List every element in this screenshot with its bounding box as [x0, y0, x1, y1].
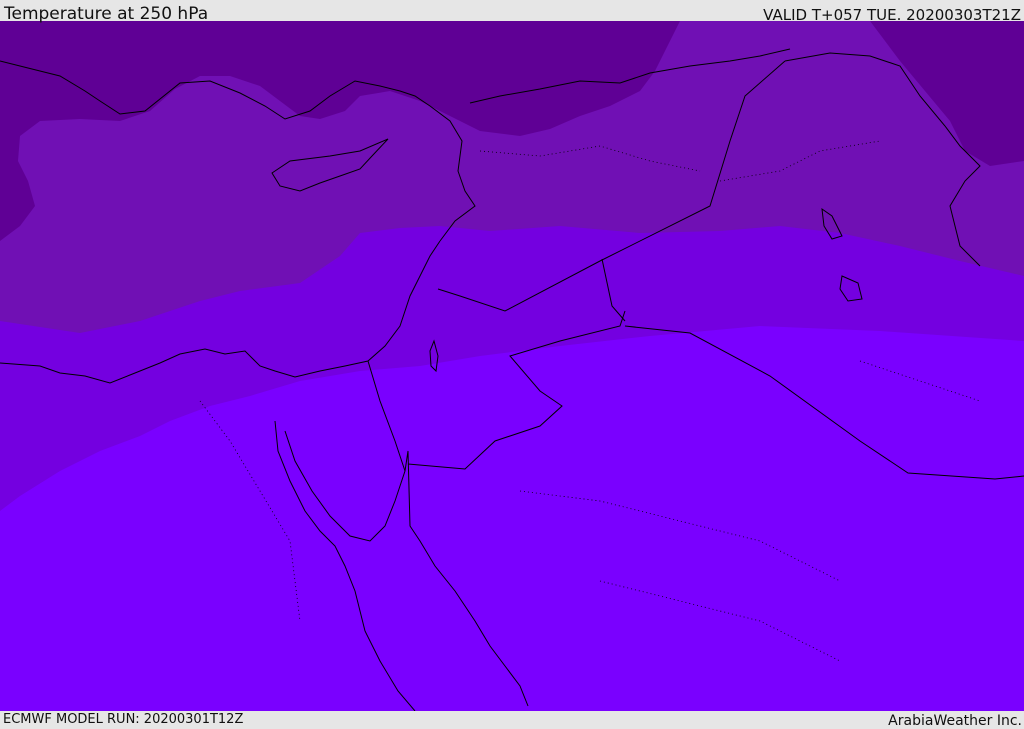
map-title: Temperature at 250 hPa: [4, 4, 209, 24]
model-run-label: ECMWF MODEL RUN: 20200301T12Z: [3, 712, 244, 727]
valid-time: VALID T+057 TUE. 20200303T21Z: [763, 6, 1021, 24]
temperature-map[interactable]: [0, 21, 1024, 711]
brand-label: ArabiaWeather Inc.: [888, 713, 1022, 729]
header-bar: Temperature at 250 hPa VALID T+057 TUE. …: [0, 0, 1024, 24]
footer-bar: ECMWF MODEL RUN: 20200301T12Z ArabiaWeat…: [0, 711, 1024, 729]
weather-map-page: Temperature at 250 hPa VALID T+057 TUE. …: [0, 0, 1024, 729]
map-svg: [0, 21, 1024, 711]
